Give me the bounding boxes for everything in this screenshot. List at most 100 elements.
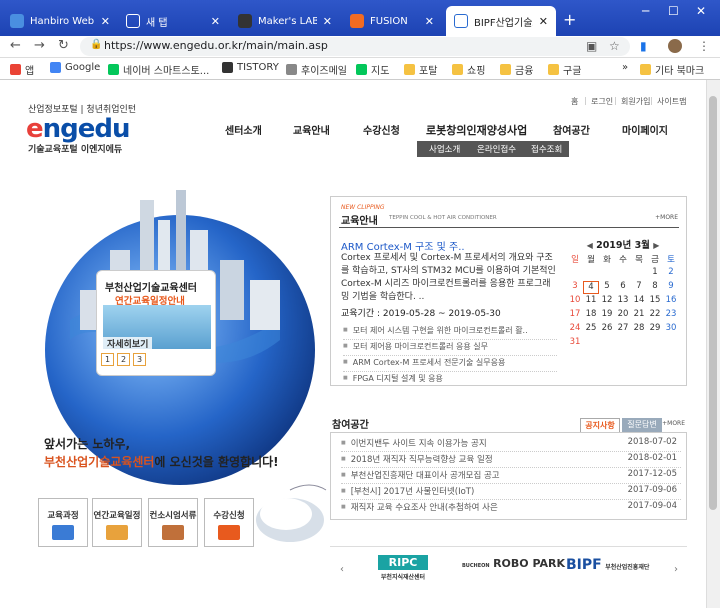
partner-prev-icon[interactable]: ‹ [340, 564, 344, 575]
forward-icon[interactable]: → [34, 38, 45, 53]
promo-page-2[interactable]: 2 [117, 353, 130, 366]
url-text[interactable]: https://www.engedu.or.kr/main/main.asp [104, 39, 328, 52]
browser-tab-4[interactable]: FUSION ✕ [342, 6, 442, 36]
calendar-day[interactable]: 9 [663, 281, 679, 294]
top-link-login[interactable]: 로그인 [591, 96, 613, 107]
calendar-day[interactable]: 12 [599, 295, 615, 308]
promo-page-3[interactable]: 3 [133, 353, 146, 366]
close-tab-icon[interactable]: ✕ [101, 15, 110, 28]
nav-center-intro[interactable]: 센터소개 [225, 122, 262, 137]
star-icon[interactable]: ☆ [609, 39, 620, 53]
education-more-link[interactable]: +MORE [655, 214, 678, 221]
calendar-day[interactable]: 25 [583, 323, 599, 336]
bookmark-extension-icon[interactable]: ▮ [640, 39, 647, 53]
tab-notice[interactable]: 공지사항 [580, 418, 620, 432]
calendar-day[interactable]: 13 [615, 295, 631, 308]
calendar-day[interactable]: 22 [647, 309, 663, 322]
calendar-day[interactable]: 31 [567, 337, 583, 350]
calendar-day[interactable]: 6 [615, 281, 631, 294]
scrollbar-thumb[interactable] [709, 96, 717, 510]
course-list-item[interactable]: ARM Cortex-M 프로세서 전문기술 실무응용 [343, 357, 557, 372]
table-row[interactable]: 이번지밴두 사이트 지속 이용가능 공지 2018-07-02 [341, 437, 681, 452]
calendar-day[interactable]: 18 [583, 309, 599, 322]
top-link-home[interactable]: 홈 [571, 96, 578, 107]
popup-blocked-icon[interactable]: ▣ [586, 39, 597, 53]
bookmark-folder-google[interactable]: 구글 [548, 62, 581, 77]
close-tab-icon[interactable]: ✕ [539, 15, 548, 28]
subnav-online-apply[interactable]: 온라인접수 [477, 143, 516, 155]
calendar-day[interactable]: 7 [631, 281, 647, 294]
calendar-day[interactable]: 21 [631, 309, 647, 322]
notice-more-link[interactable]: +MORE [662, 420, 685, 427]
nav-registration[interactable]: 수강신청 [363, 122, 400, 137]
menu-icon[interactable]: ⋮ [698, 39, 710, 53]
calendar-day[interactable]: 29 [647, 323, 663, 336]
partner-next-icon[interactable]: › [674, 564, 678, 575]
promo-more-link[interactable]: 자세히보기 [103, 337, 153, 350]
minimize-icon[interactable]: ─ [642, 4, 649, 18]
calendar-day[interactable]: 20 [615, 309, 631, 322]
browser-tab-3[interactable]: Maker's LAB-1 ✕ [230, 6, 340, 36]
calendar-next-icon[interactable]: ▶ [653, 241, 659, 250]
subnav-apply-check[interactable]: 접수조회 [531, 143, 562, 155]
table-row[interactable]: 부천산업진흥재단 대표이사 공개모집 공고 2017-12-05 [341, 469, 681, 484]
close-tab-icon[interactable]: ✕ [211, 15, 220, 28]
close-tab-icon[interactable]: ✕ [425, 15, 434, 28]
calendar-day[interactable]: 24 [567, 323, 583, 336]
subnav-business-intro[interactable]: 사업소개 [429, 143, 460, 155]
maximize-icon[interactable]: ☐ [668, 4, 679, 18]
table-row[interactable]: 2018년 재직자 직무능력향상 교육 일정 2018-02-01 [341, 453, 681, 468]
quick-apply-button[interactable]: 수강신청 [204, 498, 254, 547]
calendar-day[interactable]: 28 [631, 323, 647, 336]
browser-tab-active[interactable]: BIPF산업기술교 ✕ [446, 6, 556, 36]
course-list-item[interactable]: 모터 제어용 마이크로컨트롤러 응용 실무 [343, 341, 557, 356]
close-tab-icon[interactable]: ✕ [323, 15, 332, 28]
calendar-day[interactable]: 3 [567, 281, 583, 294]
bookmark-apps[interactable]: 앱 [10, 62, 34, 77]
nav-mypage[interactable]: 마이페이지 [622, 122, 668, 137]
close-window-icon[interactable]: ✕ [696, 4, 706, 18]
top-link-sitemap[interactable]: 사이트맵 [657, 96, 686, 107]
bookmark-folder-finance[interactable]: 금융 [500, 62, 533, 77]
nav-robot-talent[interactable]: 로봇창의인재양성사업 [426, 122, 527, 138]
lock-icon[interactable]: 🔒 [90, 39, 102, 50]
top-link-join[interactable]: 회원가입 [621, 96, 650, 107]
partner-logo-robopark[interactable]: BUCHEON ROBO PARK [462, 557, 565, 570]
site-logo[interactable]: engedu [26, 114, 131, 144]
calendar-day[interactable]: 8 [647, 281, 663, 294]
nav-education-info[interactable]: 교육안내 [293, 122, 330, 137]
course-list-item[interactable]: FPGA 디지털 설계 및 응용 [343, 373, 557, 388]
avatar[interactable] [668, 39, 682, 53]
tab-qna[interactable]: 질문답변 [622, 418, 662, 432]
partner-logo-bipf[interactable]: BIPF 부천산업진흥재단 [566, 557, 649, 573]
table-row[interactable]: 재직자 교육 수요조사 안내(추첨하여 사은 2017-09-04 [341, 501, 681, 516]
partner-logo-ripc[interactable]: RIPC 부천지식재산센터 [378, 555, 428, 585]
calendar-day[interactable]: 30 [663, 323, 679, 336]
calendar-day[interactable]: 16 [663, 295, 679, 308]
bookmark-folder-shopping[interactable]: 쇼핑 [452, 62, 485, 77]
course-list-item[interactable]: 모터 제어 시스템 구현을 위한 마이크로컨트롤러 활.. [343, 325, 557, 340]
calendar-day[interactable]: 11 [583, 295, 599, 308]
calendar-day[interactable]: 23 [663, 309, 679, 322]
calendar-day[interactable]: 26 [599, 323, 615, 336]
new-tab-button[interactable]: + [563, 10, 576, 29]
calendar-prev-icon[interactable]: ◀ [587, 241, 593, 250]
calendar-day[interactable]: 4 [583, 281, 599, 294]
quick-schedule-button[interactable]: 연간교육일정 [92, 498, 142, 547]
featured-course-title[interactable]: ARM Cortex-M 구조 및 주.. [341, 238, 465, 253]
quick-course-button[interactable]: 교육과정 [38, 498, 88, 547]
bookmark-folder-portal[interactable]: 포탈 [404, 62, 437, 77]
calendar-day[interactable]: 19 [599, 309, 615, 322]
calendar-day[interactable]: 5 [599, 281, 615, 294]
calendar-day[interactable]: 27 [615, 323, 631, 336]
calendar-day[interactable]: 2 [663, 267, 679, 280]
table-row[interactable]: [부천시] 2017년 사물인터넷(IoT) 2017-09-06 [341, 485, 681, 500]
quick-consortium-button[interactable]: 컨소시엄서류 [148, 498, 198, 547]
calendar-day[interactable]: 1 [647, 267, 663, 280]
promo-page-1[interactable]: 1 [101, 353, 114, 366]
bookmark-google[interactable]: Google [50, 62, 100, 73]
bookmark-naver[interactable]: 네이버 스마트스토... [108, 62, 209, 77]
bookmark-tistory[interactable]: TISTORY [222, 62, 279, 73]
bookmark-whois[interactable]: 후이즈메일 [286, 62, 347, 77]
reload-icon[interactable]: ↻ [58, 38, 69, 53]
